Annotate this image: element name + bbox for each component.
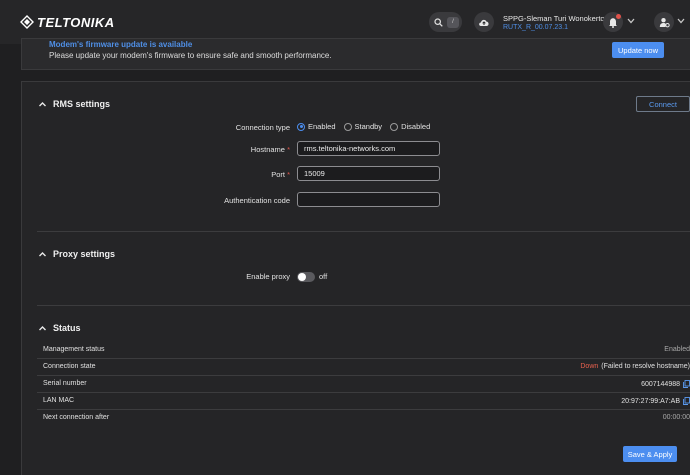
- chevron-up-icon: [39, 325, 46, 330]
- section-divider: [37, 231, 690, 232]
- status-key: Management status: [43, 346, 105, 353]
- connection-down-text: Down: [580, 363, 599, 370]
- section-divider: [37, 305, 690, 306]
- rms-panel: RMS settings Connect Connection type Ena…: [21, 81, 690, 475]
- teltonika-logo[interactable]: TELTONIKA: [20, 13, 115, 31]
- status-row-management-status: Management status Enabled: [37, 342, 690, 359]
- chevron-down-icon[interactable]: [627, 17, 635, 26]
- hostname-label-text: Hostname: [250, 145, 285, 154]
- search-icon: [434, 17, 443, 27]
- status-row-serial-number: Serial number 6007144988: [37, 376, 690, 393]
- section-title: Proxy settings: [53, 249, 116, 259]
- update-now-button[interactable]: Update now: [612, 42, 664, 58]
- banner-text: Please update your modem's firmware to e…: [49, 51, 332, 60]
- status-value: Down (Failed to resolve hostname): [580, 363, 690, 370]
- radio-label: Disabled: [401, 122, 431, 131]
- save-apply-button[interactable]: Save & Apply: [623, 446, 677, 462]
- device-name: SPPG-Sleman Turi Wonokerto: [503, 14, 605, 23]
- chevron-up-icon: [39, 101, 46, 106]
- copy-icon[interactable]: [683, 397, 690, 405]
- required-marker: *: [287, 145, 290, 154]
- status-value: 20:97:27:99:A7:AB: [621, 397, 690, 405]
- notifications-button[interactable]: [603, 12, 623, 32]
- cloud-upload-button[interactable]: [474, 12, 494, 32]
- radio-label: Enabled: [308, 122, 336, 131]
- connect-button[interactable]: Connect: [636, 96, 690, 112]
- chevron-up-icon: [39, 251, 46, 256]
- notification-badge: [616, 14, 621, 19]
- section-title: RMS settings: [53, 99, 111, 109]
- rms-settings-header[interactable]: RMS settings: [38, 99, 110, 109]
- radio-button-selected[interactable]: [297, 122, 305, 131]
- radio-label: Standby: [354, 122, 383, 131]
- port-label: Port *: [271, 170, 290, 179]
- status-key: Next connection after: [43, 414, 110, 421]
- cloud-upload-icon: [479, 19, 489, 26]
- radio-button[interactable]: [343, 122, 352, 131]
- connection-reason-text: (Failed to resolve hostname): [601, 363, 690, 370]
- proxy-settings-header[interactable]: Proxy settings: [38, 249, 115, 259]
- status-row-lan-mac: LAN MAC 20:97:27:99:A7:AB: [37, 393, 690, 410]
- status-value: 6007144988: [641, 380, 690, 388]
- connection-type-label: Connection type: [235, 123, 290, 132]
- brand-name: TELTONIKA: [37, 14, 115, 30]
- banner-title: Modem's firmware update is available: [49, 40, 193, 49]
- radio-standby[interactable]: Standby: [343, 122, 383, 131]
- connection-type-radio-group: Enabled Standby Disabled: [297, 122, 433, 131]
- authentication-code-label: Authentication code: [224, 196, 290, 205]
- search-button[interactable]: /: [429, 12, 462, 32]
- radio-disabled[interactable]: Disabled: [390, 122, 430, 131]
- radio-enabled[interactable]: Enabled: [297, 122, 336, 131]
- toggle-state-text: off: [319, 272, 328, 281]
- firmware-version-link[interactable]: RUTX_R_00.07.23.1: [503, 24, 568, 31]
- hostname-label: Hostname *: [251, 145, 290, 154]
- chevron-down-icon[interactable]: [677, 17, 685, 26]
- port-input[interactable]: 15009: [297, 166, 440, 181]
- section-title: Status: [53, 323, 81, 333]
- enable-proxy-toggle[interactable]: [297, 272, 315, 282]
- required-marker: *: [287, 170, 290, 179]
- teltonika-logo-mark-icon: [20, 15, 34, 29]
- status-header[interactable]: Status: [38, 323, 81, 333]
- search-shortcut-key: /: [447, 16, 459, 28]
- authentication-code-input[interactable]: [297, 192, 440, 207]
- lan-mac-value: 20:97:27:99:A7:AB: [621, 397, 680, 405]
- status-value: 00:00:00: [662, 414, 690, 421]
- copy-icon[interactable]: [683, 380, 690, 388]
- status-key: LAN MAC: [43, 397, 75, 404]
- status-row-next-connection: Next connection after 00:00:00: [37, 410, 690, 427]
- user-menu-button[interactable]: [654, 12, 674, 32]
- status-value: Enabled: [664, 346, 690, 353]
- status-key: Connection state: [43, 363, 96, 370]
- enable-proxy-label: Enable proxy: [246, 272, 290, 281]
- user-settings-icon: [659, 17, 670, 27]
- status-row-connection-state: Connection state Down (Failed to resolve…: [37, 359, 690, 376]
- serial-number-value: 6007144988: [641, 380, 680, 388]
- status-key: Serial number: [43, 380, 87, 387]
- firmware-update-banner: Modem's firmware update is available Ple…: [21, 38, 690, 70]
- radio-button[interactable]: [390, 122, 399, 131]
- port-label-text: Port: [271, 170, 285, 179]
- hostname-input[interactable]: rms.teltonika-networks.com: [297, 141, 440, 156]
